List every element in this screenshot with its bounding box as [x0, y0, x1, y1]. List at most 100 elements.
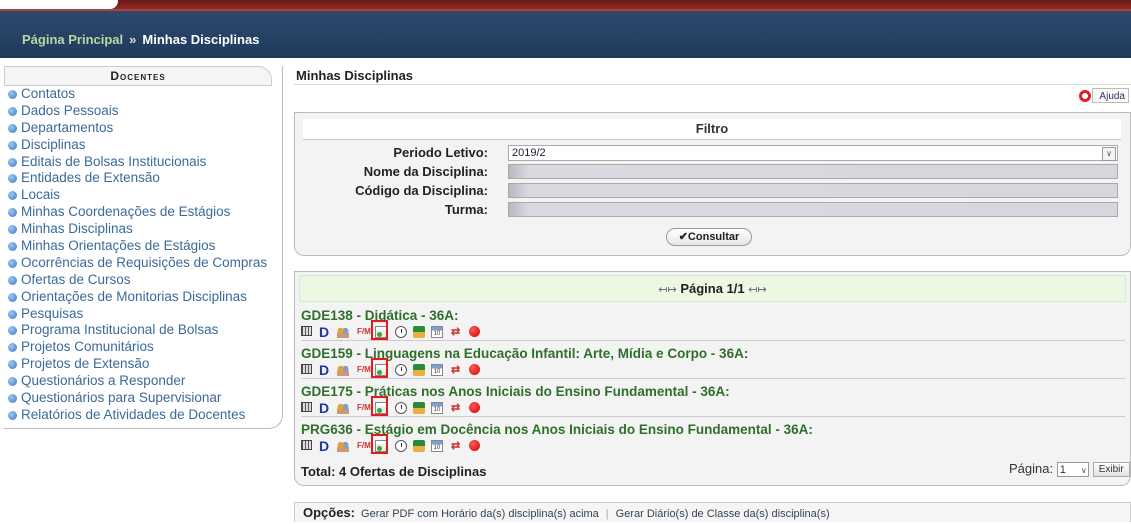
schedule-icon[interactable] — [301, 364, 312, 374]
page-select[interactable]: 1 ∨ — [1056, 462, 1089, 478]
sidebar-item-label: Projetos de Extensão — [21, 356, 150, 372]
course-title[interactable]: GDE138 - Didática - 36A: — [301, 308, 1125, 324]
frequency-icon[interactable]: F/M — [357, 326, 371, 338]
sidebar-item[interactable]: Programa Institucional de Bolsas — [8, 322, 267, 339]
book-icon[interactable] — [413, 402, 425, 414]
next-page-icon[interactable]: ↤↦ — [748, 284, 766, 296]
frequency-icon[interactable]: F/M — [357, 402, 371, 414]
pagination-header: ↤↦ Página 1/1 ↤↦ — [299, 275, 1126, 302]
bullet-icon — [8, 242, 17, 252]
sidebar-title: Docentes — [4, 66, 272, 86]
diary-d-icon[interactable]: D — [319, 438, 329, 454]
sidebar-item[interactable]: Ocorrências de Requisições de Compras — [8, 255, 267, 272]
top-tab — [0, 0, 118, 9]
sidebar-item[interactable]: Departamentos — [8, 120, 267, 137]
schedule-icon[interactable] — [301, 326, 312, 336]
link-icon[interactable]: ⇄ — [451, 364, 463, 376]
turma-input[interactable] — [508, 202, 1118, 217]
link-icon[interactable]: ⇄ — [451, 326, 463, 338]
clock-icon[interactable] — [395, 326, 407, 338]
sidebar-item[interactable]: Dados Pessoais — [8, 103, 267, 120]
sidebar-item[interactable]: Minhas Disciplinas — [8, 221, 267, 238]
calendar-icon[interactable]: 10 — [431, 402, 443, 414]
book-icon[interactable] — [413, 364, 425, 376]
nome-row: Nome da Disciplina: — [295, 164, 1130, 180]
stop-icon[interactable] — [469, 402, 480, 413]
sidebar-item[interactable]: Relatórios de Atividades de Docentes — [8, 407, 267, 424]
page-select-value: 1 — [1059, 464, 1066, 477]
sidebar-item[interactable]: Projetos Comunitários — [8, 339, 267, 356]
highlight-box — [371, 396, 388, 416]
sidebar-item-label: Ofertas de Cursos — [21, 271, 131, 287]
consultar-button[interactable]: ✔Consultar — [666, 228, 752, 246]
book-icon[interactable] — [413, 326, 425, 338]
course-title[interactable]: GDE159 - Linguagens na Educação Infantil… — [301, 346, 1125, 362]
clock-icon[interactable] — [395, 440, 407, 452]
sidebar-item[interactable]: Contatos — [8, 86, 267, 103]
page-label: Página 1/1 — [680, 281, 745, 296]
sidebar-item[interactable]: Minhas Orientações de Estágios — [8, 238, 267, 255]
total-count: Total: 4 Ofertas de Disciplinas — [301, 464, 487, 479]
schedule-icon[interactable] — [301, 440, 312, 450]
highlight-box — [371, 320, 388, 340]
sidebar-item[interactable]: Orientações de Monitorias Disciplinas — [8, 289, 267, 306]
calendar-icon[interactable]: 10 — [431, 440, 443, 452]
periodo-label: Periodo Letivo: — [393, 145, 488, 160]
help-button[interactable]: Ajuda — [1079, 88, 1129, 103]
link-icon[interactable]: ⇄ — [451, 402, 463, 414]
sidebar-item[interactable]: Projetos de Extensão — [8, 356, 267, 373]
bullet-icon — [8, 343, 17, 353]
sidebar-item-label: Entidades de Extensão — [21, 170, 160, 186]
stop-icon[interactable] — [469, 364, 480, 375]
codigo-input[interactable] — [508, 183, 1118, 198]
sidebar-item[interactable]: Editais de Bolsas Institucionais — [8, 154, 267, 171]
sidebar-item-label: Ocorrências de Requisições de Compras — [21, 254, 268, 270]
calendar-icon[interactable]: 10 — [431, 326, 443, 338]
sidebar-item-label: Pesquisas — [21, 305, 84, 321]
sidebar-item[interactable]: Disciplinas — [8, 137, 267, 154]
students-icon[interactable] — [337, 364, 349, 376]
bullet-icon — [8, 275, 17, 285]
sidebar-item-label: Questionários a Responder — [21, 373, 186, 389]
stop-icon[interactable] — [469, 326, 480, 337]
diary-d-icon[interactable]: D — [319, 362, 329, 378]
clock-icon[interactable] — [395, 364, 407, 376]
gerar-pdf-link[interactable]: Gerar PDF com Horário da(s) disciplina(s… — [361, 508, 599, 520]
sidebar-item[interactable]: Pesquisas — [8, 306, 267, 323]
sidebar-item[interactable]: Questionários para Supervisionar — [8, 390, 267, 407]
students-icon[interactable] — [337, 326, 349, 338]
students-icon[interactable] — [337, 440, 349, 452]
course-title[interactable]: GDE175 - Práticas nos Anos Iniciais do E… — [301, 384, 1125, 400]
clock-icon[interactable] — [395, 402, 407, 414]
sidebar-item[interactable]: Locais — [8, 187, 267, 204]
diary-d-icon[interactable]: D — [319, 400, 329, 416]
prev-page-icon[interactable]: ↤↦ — [658, 284, 676, 296]
sidebar-item[interactable]: Ofertas de Cursos — [8, 272, 267, 289]
bullet-icon — [8, 258, 17, 268]
nav-bar: Página Principal » Minhas Disciplinas — [0, 9, 1131, 58]
sidebar-item-label: Contatos — [21, 86, 76, 101]
filter-title: Filtro — [303, 119, 1121, 140]
calendar-icon[interactable]: 10 — [431, 364, 443, 376]
schedule-icon[interactable] — [301, 402, 312, 412]
options-separator: | — [605, 508, 609, 520]
bullet-icon — [8, 157, 17, 167]
periodo-select[interactable]: 2019/2 ∨ — [508, 145, 1118, 161]
frequency-icon[interactable]: F/M — [357, 364, 371, 376]
gerar-diario-link[interactable]: Gerar Diário(s) de Classe da(s) discipli… — [616, 508, 830, 520]
book-icon[interactable] — [413, 440, 425, 452]
exibir-button[interactable]: Exibir — [1092, 462, 1130, 478]
sidebar-item[interactable]: Minhas Coordenações de Estágios — [8, 204, 267, 221]
course-title[interactable]: PRG636 - Estágio em Docência nos Anos In… — [301, 422, 1125, 438]
students-icon[interactable] — [337, 402, 349, 414]
sidebar-item[interactable]: Entidades de Extensão — [8, 170, 267, 187]
frequency-icon[interactable]: F/M — [357, 440, 371, 452]
diary-d-icon[interactable]: D — [319, 324, 329, 340]
stop-icon[interactable] — [469, 440, 480, 451]
chevron-down-icon: ∨ — [1102, 147, 1116, 161]
breadcrumb-home-link[interactable]: Página Principal — [22, 32, 123, 47]
sidebar-item[interactable]: Questionários a Responder — [8, 373, 267, 390]
nome-input[interactable] — [508, 164, 1118, 179]
periodo-value: 2019/2 — [512, 147, 546, 159]
link-icon[interactable]: ⇄ — [451, 440, 463, 452]
